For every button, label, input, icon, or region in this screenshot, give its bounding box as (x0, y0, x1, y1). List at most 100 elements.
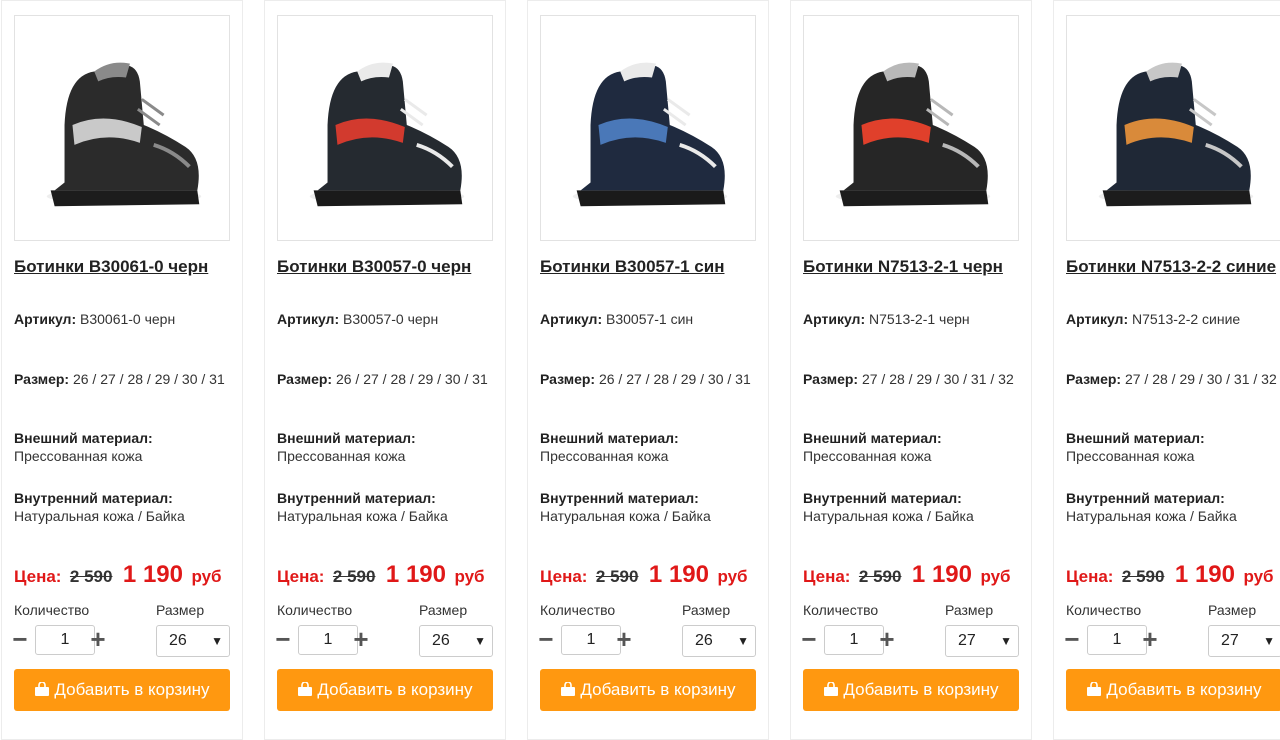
old-price: 2 590 (69, 567, 113, 586)
sizes-label: Размер: (803, 371, 859, 387)
outer-material-label: Внешний материал: (1066, 430, 1205, 446)
product-image[interactable] (277, 15, 493, 241)
article-value: B30057-0 черн (343, 311, 439, 327)
currency: руб (1243, 567, 1274, 586)
boot-sole (50, 190, 200, 207)
outer-material-label: Внешний материал: (14, 430, 153, 446)
quantity-decrease-button[interactable]: − (799, 625, 819, 655)
quantity-increase-button[interactable]: + (1140, 625, 1160, 655)
sizes-row: Размер: 26 / 27 / 28 / 29 / 30 / 31 (540, 370, 760, 388)
size-select-value: 26 (695, 632, 713, 649)
product-title-link[interactable]: Ботинки B30057-0 черн (277, 257, 517, 277)
quantity-decrease-button[interactable]: − (10, 625, 30, 655)
sizes-value: 27 / 28 / 29 / 30 / 31 / 32 (1124, 371, 1277, 387)
article-label: Артикул: (803, 311, 866, 327)
product-image[interactable] (14, 15, 230, 241)
sizes-value: 27 / 28 / 29 / 30 / 31 / 32 (861, 371, 1014, 387)
size-select-value: 27 (958, 632, 976, 649)
product-image[interactable] (803, 15, 1019, 241)
quantity-input[interactable]: 1 (1087, 625, 1147, 655)
product-title-link[interactable]: Ботинки N7513-2-2 синие (1066, 257, 1280, 277)
boot-sole (1102, 190, 1252, 207)
chevron-down-icon: ▼ (1000, 634, 1012, 648)
currency: руб (191, 567, 222, 586)
quantity-decrease-button[interactable]: − (273, 625, 293, 655)
add-to-cart-button[interactable]: Добавить в корзину (803, 669, 1019, 711)
add-to-cart-button[interactable]: Добавить в корзину (277, 669, 493, 711)
article-label: Артикул: (14, 311, 77, 327)
outer-material-row: Внешний материал: Прессованная кожа (14, 429, 234, 465)
inner-material-row: Внутренний материал: Натуральная кожа / … (803, 489, 1023, 525)
inner-material-row: Внутренний материал: Натуральная кожа / … (540, 489, 760, 525)
product-image[interactable] (1066, 15, 1280, 241)
outer-material-value: Прессованная кожа (1066, 448, 1195, 464)
inner-material-label: Внутренний материал: (803, 490, 962, 506)
price-label: Цена: (277, 567, 325, 586)
price-row: Цена: 2 590 1 190 руб (540, 561, 748, 589)
size-select-value: 27 (1221, 632, 1239, 649)
quantity-label: Количество (1066, 602, 1142, 618)
add-to-cart-label: Добавить в корзину (317, 680, 473, 699)
add-to-cart-button[interactable]: Добавить в корзину (14, 669, 230, 711)
product-card: Ботинки N7513-2-2 синие Артикул: N7513-2… (1053, 0, 1280, 740)
shopping-bag-icon (35, 682, 50, 696)
article-value: B30061-0 черн (80, 311, 176, 327)
price-label: Цена: (1066, 567, 1114, 586)
inner-material-row: Внутренний материал: Натуральная кожа / … (1066, 489, 1280, 525)
sizes-value: 26 / 27 / 28 / 29 / 30 / 31 (598, 371, 751, 387)
size-select[interactable]: 26 ▼ (682, 625, 756, 657)
product-title-link[interactable]: Ботинки B30057-1 син (540, 257, 780, 277)
add-to-cart-label: Добавить в корзину (1106, 680, 1262, 699)
quantity-label: Количество (14, 602, 90, 618)
price-row: Цена: 2 590 1 190 руб (277, 561, 485, 589)
quantity-increase-button[interactable]: + (614, 625, 634, 655)
product-image[interactable] (540, 15, 756, 241)
quantity-input[interactable]: 1 (561, 625, 621, 655)
add-to-cart-label: Добавить в корзину (580, 680, 736, 699)
new-price: 1 190 (911, 561, 972, 588)
size-select[interactable]: 27 ▼ (1208, 625, 1280, 657)
product-card: Ботинки N7513-2-1 черн Артикул: N7513-2-… (790, 0, 1032, 740)
article-value: N7513-2-2 синие (1132, 311, 1241, 327)
size-select[interactable]: 26 ▼ (156, 625, 230, 657)
article-label: Артикул: (277, 311, 340, 327)
sizes-label: Размер: (540, 371, 596, 387)
boot-sole (839, 190, 989, 207)
quantity-input[interactable]: 1 (35, 625, 95, 655)
quantity-decrease-button[interactable]: − (536, 625, 556, 655)
size-select-label: Размер (945, 602, 994, 618)
product-card: Ботинки B30061-0 черн Артикул: B30061-0 … (1, 0, 243, 740)
product-title-link[interactable]: Ботинки B30061-0 черн (14, 257, 254, 277)
quantity-increase-button[interactable]: + (351, 625, 371, 655)
inner-material-row: Внутренний материал: Натуральная кожа / … (14, 489, 234, 525)
sizes-value: 26 / 27 / 28 / 29 / 30 / 31 (72, 371, 225, 387)
quantity-input[interactable]: 1 (824, 625, 884, 655)
quantity-increase-button[interactable]: + (877, 625, 897, 655)
add-to-cart-button[interactable]: Добавить в корзину (1066, 669, 1280, 711)
inner-material-value: Натуральная кожа / Байка (803, 508, 974, 524)
quantity-increase-button[interactable]: + (88, 625, 108, 655)
boot-sole (576, 190, 726, 207)
size-select[interactable]: 27 ▼ (945, 625, 1019, 657)
product-grid: Ботинки B30061-0 черн Артикул: B30061-0 … (0, 0, 1280, 740)
sizes-label: Размер: (1066, 371, 1122, 387)
quantity-label: Количество (803, 602, 879, 618)
inner-material-value: Натуральная кожа / Байка (540, 508, 711, 524)
price-row: Цена: 2 590 1 190 руб (1066, 561, 1274, 589)
outer-material-label: Внешний материал: (277, 430, 416, 446)
add-to-cart-button[interactable]: Добавить в корзину (540, 669, 756, 711)
article-row: Артикул: B30057-1 син (540, 310, 760, 328)
quantity-input[interactable]: 1 (298, 625, 358, 655)
sizes-row: Размер: 27 / 28 / 29 / 30 / 31 / 32 (1066, 370, 1280, 388)
product-card: Ботинки B30057-1 син Артикул: B30057-1 с… (527, 0, 769, 740)
product-title-link[interactable]: Ботинки N7513-2-1 черн (803, 257, 1043, 277)
quantity-decrease-button[interactable]: − (1062, 625, 1082, 655)
article-row: Артикул: N7513-2-2 синие (1066, 310, 1280, 328)
old-price: 2 590 (1121, 567, 1165, 586)
boot-illustration (309, 62, 465, 207)
shopping-bag-icon (298, 682, 313, 696)
sizes-row: Размер: 26 / 27 / 28 / 29 / 30 / 31 (14, 370, 234, 388)
article-value: N7513-2-1 черн (869, 311, 970, 327)
size-select[interactable]: 26 ▼ (419, 625, 493, 657)
price-label: Цена: (14, 567, 62, 586)
